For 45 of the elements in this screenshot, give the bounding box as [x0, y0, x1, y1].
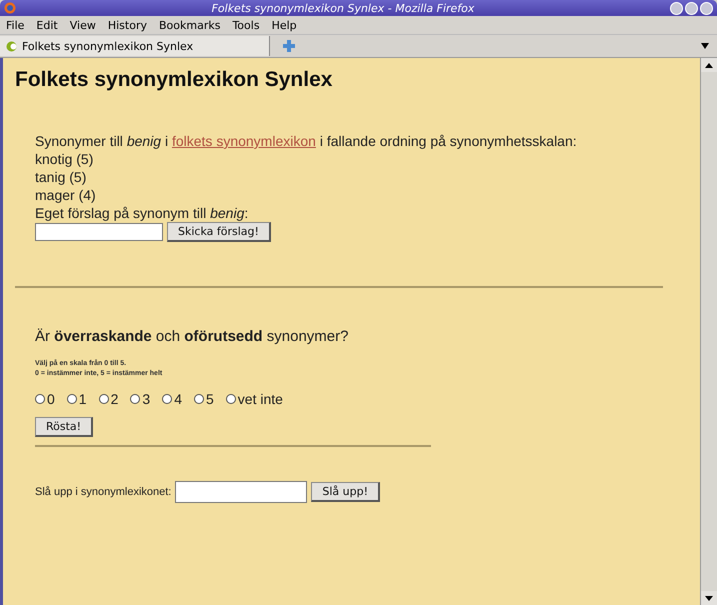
down-arrow-icon[interactable]: [705, 596, 713, 600]
option-label: 5: [206, 391, 214, 407]
lookup-button[interactable]: Slå upp!: [311, 482, 380, 502]
radio-button[interactable]: [66, 394, 77, 404]
close-button[interactable]: [700, 2, 713, 14]
synonym-item: tanig (5): [35, 168, 88, 186]
synonym-item: knotig (5): [35, 150, 94, 168]
option-label: 3: [142, 391, 150, 407]
radio-button[interactable]: [35, 394, 45, 404]
suggestion-label: Eget förslag på synonym till benig:: [35, 204, 250, 222]
up-arrow-icon[interactable]: [705, 62, 713, 68]
lookup-field[interactable]: [175, 481, 308, 503]
menu-item[interactable]: Edit: [36, 18, 58, 32]
option-label: 2: [110, 391, 118, 407]
send-button[interactable]: Skicka förslag!: [167, 222, 271, 242]
scrollbar[interactable]: [700, 58, 717, 605]
lookup-label: Slå upp i synonymlexikonet:: [35, 486, 172, 498]
menu-item[interactable]: Help: [272, 18, 297, 32]
menu-item[interactable]: Bookmarks: [158, 18, 220, 32]
browser-tab[interactable]: Folkets synonymlexikon Synlex: [0, 36, 270, 56]
suggestion-field[interactable]: [35, 223, 163, 241]
radio-button[interactable]: [194, 394, 204, 404]
radio-button[interactable]: [226, 394, 236, 404]
radio-button[interactable]: [162, 394, 172, 404]
dropdown-icon[interactable]: [701, 43, 709, 49]
question-text: Är överraskande och oförutsedd synonymer?: [35, 328, 350, 345]
option-label: 4: [174, 391, 182, 407]
option-label: 0: [47, 391, 55, 407]
synonym-item: mager (4): [35, 186, 97, 204]
vote-button[interactable]: Rösta!: [35, 417, 94, 437]
radio-button[interactable]: [98, 394, 109, 404]
menu-item[interactable]: File: [6, 18, 24, 32]
window-title: Folkets synonymlexikon Synlex - Mozilla Firefox: [210, 2, 476, 14]
page-heading: Folkets synonymlexikon Synlex: [15, 68, 334, 92]
menu-item[interactable]: View: [70, 18, 96, 32]
radio-button[interactable]: [130, 394, 140, 404]
lexicon-link[interactable]: folkets synonymlexikon: [172, 133, 316, 149]
menu-item[interactable]: Tools: [232, 18, 260, 32]
moon-icon: [6, 40, 17, 52]
option-label: vet inte: [238, 391, 283, 407]
minimize-button[interactable]: [670, 2, 683, 14]
menu-item[interactable]: History: [108, 18, 147, 32]
intro-text: Synonymer till benig i folkets synonymlexikon i fallande ordning på synonymhetsskalan:: [35, 132, 578, 150]
maximize-button[interactable]: [685, 2, 698, 14]
option-label: 1: [78, 391, 87, 407]
